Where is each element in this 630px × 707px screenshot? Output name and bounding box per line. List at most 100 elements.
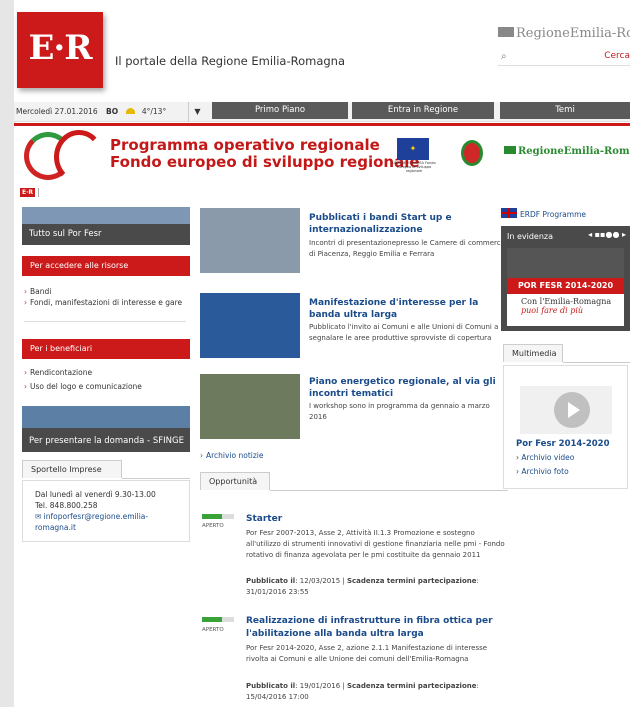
deadline-date: 31/01/2016 23:55 (246, 588, 309, 596)
search-box[interactable]: ⌕ Cerca (498, 51, 630, 66)
multimedia-thumbnail[interactable] (520, 386, 612, 434)
site-tagline: Il portale della Regione Emilia-Romagna (115, 54, 345, 68)
news-title-3[interactable]: Piano energetico regionale, al via gli i… (309, 376, 511, 400)
opp-title-2[interactable]: Realizzazione di infrastrutture in fibra… (246, 615, 508, 641)
divider (24, 321, 186, 322)
sfinge-box[interactable]: Per presentare la domanda - SFINGE (22, 406, 190, 452)
breadcrumb-separator (38, 188, 39, 197)
tab-line (563, 362, 630, 363)
status-badge (202, 514, 234, 519)
pub-date: 12/03/2015 (299, 577, 341, 585)
evidenza-photo (507, 248, 624, 278)
news-title-1[interactable]: Pubblicati i bandi Start up e internazio… (309, 212, 511, 236)
multimedia-title[interactable]: Por Fesr 2014-2020 (516, 439, 610, 449)
contact-email[interactable]: ✉ infoporfesr@regione.emilia-romagna.it (35, 511, 177, 533)
pub-date: 19/01/2016 (299, 682, 341, 690)
header-divider (14, 123, 630, 126)
play-icon[interactable] (554, 392, 590, 428)
news-image-2[interactable] (200, 293, 300, 358)
por-fesr-banner[interactable]: Programma operativo regionale Fondo euro… (14, 128, 630, 186)
search-icon: ⌕ (501, 51, 507, 62)
er-logo[interactable]: E·R (17, 12, 103, 88)
regione-brand-banner: RegioneEmilia-Romagna (504, 146, 630, 157)
opp-desc-1: Por Fesr 2007-2013, Asse 2, Attività II.… (246, 529, 505, 559)
opp-title-1[interactable]: Starter (246, 513, 508, 526)
accedere-title: Per accedere alle risorse (22, 256, 190, 276)
carousel-controls-icon[interactable]: ◂ ▪▪●● ▸ (588, 230, 626, 239)
por-logo-arc-icon (54, 130, 104, 184)
archivio-foto-link[interactable]: Archivio foto (516, 467, 568, 476)
chevron-down-icon[interactable]: ▼ (188, 102, 206, 122)
tab-line (270, 490, 508, 491)
deadline-date: 15/04/2016 17:00 (246, 693, 309, 701)
evidenza-brand-line1: Con l'Emilia-Romagna (521, 297, 612, 306)
nav-temi[interactable]: Temi (500, 102, 630, 119)
news-desc-3: I workshop sono in programma da gennaio … (309, 402, 490, 421)
sfinge-label: Per presentare la domanda - SFINGE (29, 436, 184, 446)
link-rendicontazione[interactable]: Rendicontazione (24, 368, 184, 378)
brand-mark-icon (498, 27, 514, 37)
opp-meta-1: Pubblicato il: 12/03/2015 | Scadenza ter… (246, 577, 479, 596)
erdf-programme-link[interactable]: ERDF Programme (501, 208, 586, 219)
mail-icon: ✉ (35, 512, 44, 521)
city-label: BO (105, 107, 119, 116)
regione-brand-label: RegioneEmilia-Romagna (516, 26, 630, 41)
news-desc-1: Incontri di presentazionepresso le Camer… (309, 239, 507, 258)
tab-opportunita[interactable]: Opportunità (200, 472, 270, 490)
in-evidenza-label: In evidenza (507, 232, 554, 241)
tab-sportello-imprese[interactable]: Sportello Imprese (22, 460, 122, 478)
erdf-label: ERDF Programme (520, 210, 586, 219)
archivio-video-link[interactable]: Archivio video (516, 453, 574, 462)
temperature-label: 4°/13° (141, 107, 167, 116)
uk-flag-icon (501, 208, 517, 218)
evidenza-brand-line2: puoi fare di più (521, 306, 584, 315)
date-weather: Mercoledì 27.01.2016 BO 4°/13° (16, 107, 166, 116)
banner-title-line1: Programma operativo regionale (110, 136, 380, 154)
evidenza-banner: POR FESR 2014-2020 (507, 278, 624, 294)
multimedia-card: Por Fesr 2014-2020 Archivio video Archiv… (503, 365, 628, 489)
link-uso-logo[interactable]: Uso del logo e comunicazione (24, 382, 184, 392)
weather-icon (126, 108, 136, 114)
regione-brand-top[interactable]: RegioneEmilia-Romagna (498, 26, 630, 41)
pub-label: Pubblicato il (246, 577, 296, 585)
contact-hours: Dal lunedì al venerdì 9.30-13.00 (35, 490, 156, 499)
nav-entra-in-regione[interactable]: Entra in Regione (352, 102, 494, 119)
deadline-label: Scadenza termini partecipazione (346, 682, 477, 690)
beneficiari-title: Per i beneficiari (22, 339, 190, 359)
link-fondi[interactable]: Fondi, manifestazioni di interesse e gar… (24, 298, 184, 308)
eu-flag-icon: ✦ (397, 138, 429, 160)
mini-er-logo[interactable]: E·R (20, 188, 35, 197)
archivio-notizie-link[interactable]: Archivio notizie (200, 451, 264, 460)
italian-emblem-icon (461, 140, 483, 166)
page: E·R Il portale della Regione Emilia-Roma… (14, 0, 630, 707)
nav-primo-piano[interactable]: Primo Piano (212, 102, 348, 119)
news-desc-2: Pubblicato l'invito ai Comuni e alle Uni… (309, 323, 499, 342)
tab-multimedia[interactable]: Multimedia (503, 344, 563, 362)
tutto-image (22, 207, 190, 224)
tab-line (122, 478, 190, 479)
contact-box: Dal lunedì al venerdì 9.30-13.00 Tel. 84… (22, 480, 190, 542)
in-evidenza-carousel[interactable]: In evidenza ◂ ▪▪●● ▸ POR FESR 2014-2020 … (501, 226, 630, 331)
evidenza-card[interactable]: POR FESR 2014-2020 Con l'Emilia-Romagna p… (507, 248, 624, 326)
opp-desc-2: Por Fesr 2014-2020, Asse 2, azione 2.1.1… (246, 644, 488, 663)
news-title-2[interactable]: Manifestazione d'interesse per la banda … (309, 297, 511, 321)
deadline-label: Scadenza termini partecipazione (346, 577, 477, 585)
brand-mark-icon (504, 146, 516, 154)
date-label: Mercoledì 27.01.2016 (16, 107, 98, 116)
opp-meta-2: Pubblicato il: 19/01/2016 | Scadenza ter… (246, 682, 479, 701)
link-bandi[interactable]: Bandi (24, 287, 184, 297)
news-image-1[interactable] (200, 208, 300, 273)
eu-caption: UNIONE EUROPEA Fondo europeo di sviluppo… (392, 161, 436, 173)
banner-title-line2: Fondo europeo di sviluppo regionale (110, 153, 420, 171)
evidenza-brand: Con l'Emilia-Romagna puoi fare di più (521, 297, 611, 315)
regione-brand-banner-label: RegioneEmilia-Romagna (518, 146, 630, 157)
news-image-3[interactable] (200, 374, 300, 439)
status-label: APERTO (202, 627, 224, 633)
contact-email-label: infoporfesr@regione.emilia-romagna.it (35, 512, 149, 532)
pub-label: Pubblicato il (246, 682, 296, 690)
solar-panels-image (22, 406, 190, 428)
tutto-label: Tutto sul Por Fesr (29, 229, 102, 239)
tutto-por-fesr-box[interactable]: Tutto sul Por Fesr (22, 207, 190, 245)
search-button[interactable]: Cerca (604, 51, 630, 61)
status-badge (202, 617, 234, 622)
